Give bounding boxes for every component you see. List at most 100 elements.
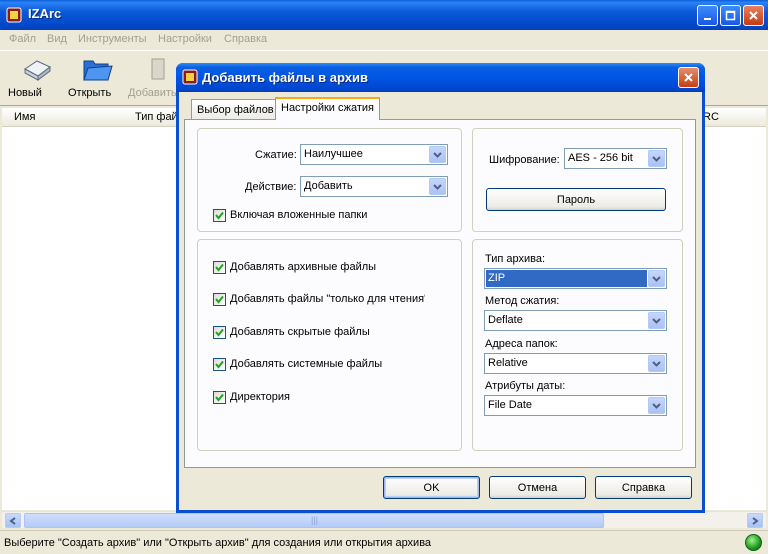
option-label: Добавлять файлы "только для чтения" bbox=[230, 293, 425, 305]
archive-type-dropdown-button[interactable] bbox=[648, 270, 665, 287]
horizontal-scrollbar[interactable]: ||| bbox=[2, 511, 766, 528]
method-dropdown-button[interactable] bbox=[648, 312, 665, 329]
checkbox-box[interactable] bbox=[213, 358, 226, 371]
archive-type-label: Тип архива: bbox=[485, 253, 546, 265]
maximize-button[interactable] bbox=[720, 5, 741, 26]
encryption-select[interactable]: AES - 256 bit bbox=[564, 148, 667, 169]
add-files-icon bbox=[151, 58, 165, 80]
new-archive-icon bbox=[24, 60, 51, 81]
maximize-icon bbox=[725, 10, 736, 21]
compression-settings-panel: Сжатие: Наилучшее Действие: Добавить Вкл… bbox=[184, 119, 696, 468]
scroll-right-button[interactable] bbox=[747, 513, 763, 528]
checkbox-box[interactable] bbox=[213, 209, 226, 222]
method-label: Метод сжатия: bbox=[485, 295, 560, 307]
checkbox-box[interactable] bbox=[213, 326, 226, 339]
archive-type-select[interactable]: ZIP bbox=[484, 268, 667, 289]
checkbox-box[interactable] bbox=[213, 261, 226, 274]
encryption-label: Шифрование: bbox=[489, 154, 560, 166]
open-label: Открыть bbox=[68, 87, 112, 99]
date-attr-label: Атрибуты даты: bbox=[485, 380, 566, 392]
close-button[interactable] bbox=[743, 5, 764, 26]
archive-format-group: Тип архива: ZIP Метод сжатия: Deflate Ад… bbox=[472, 239, 683, 451]
minimize-button[interactable] bbox=[697, 5, 718, 26]
action-dropdown-button[interactable] bbox=[429, 178, 446, 195]
checkmark-icon bbox=[215, 263, 224, 272]
cancel-button[interactable]: Отмена bbox=[489, 476, 586, 499]
option-label: Добавлять системные файлы bbox=[230, 358, 383, 370]
action-value: Добавить bbox=[304, 180, 353, 192]
date-attr-dropdown-button[interactable] bbox=[648, 397, 665, 414]
checkbox-box[interactable] bbox=[213, 391, 226, 404]
folder-paths-label: Адреса папок: bbox=[485, 338, 558, 350]
date-attr-select[interactable]: File Date bbox=[484, 395, 667, 416]
folder-paths-value: Relative bbox=[488, 357, 528, 369]
new-label: Новый bbox=[8, 87, 42, 99]
tab-file-selection[interactable]: Выбор файлов bbox=[191, 99, 280, 120]
add-readonly-files-checkbox[interactable]: Добавлять файлы "только для чтения" bbox=[213, 293, 425, 307]
chevron-down-icon bbox=[433, 183, 442, 190]
encryption-dropdown-button[interactable] bbox=[648, 150, 665, 167]
arrow-left-icon bbox=[9, 516, 16, 525]
chevron-down-icon bbox=[652, 402, 661, 409]
checkbox-box[interactable] bbox=[213, 293, 226, 306]
scroll-thumb[interactable]: ||| bbox=[24, 513, 604, 528]
action-label: Действие: bbox=[245, 181, 297, 193]
method-select[interactable]: Deflate bbox=[484, 310, 667, 331]
action-select[interactable]: Добавить bbox=[300, 176, 448, 197]
compression-dropdown-button[interactable] bbox=[429, 146, 446, 163]
help-button[interactable]: Справка bbox=[595, 476, 692, 499]
main-titlebar[interactable]: IZArc bbox=[0, 0, 768, 30]
tab-compression-settings[interactable]: Настройки сжатия bbox=[275, 97, 380, 120]
archive-type-value: ZIP bbox=[486, 270, 647, 287]
chevron-down-icon bbox=[652, 317, 661, 324]
folder-paths-select[interactable]: Relative bbox=[484, 353, 667, 374]
izarc-app-icon bbox=[6, 7, 22, 23]
ok-button[interactable]: OK bbox=[383, 476, 480, 499]
column-crc[interactable]: RC bbox=[703, 111, 719, 123]
menu-view[interactable]: Вид bbox=[47, 33, 67, 45]
status-text: Выберите "Создать архив" или "Открыть ар… bbox=[4, 537, 432, 549]
chevron-down-icon bbox=[652, 155, 661, 162]
add-label: Добавить bbox=[128, 87, 177, 99]
chevron-down-icon bbox=[433, 151, 442, 158]
scroll-grip: ||| bbox=[311, 515, 319, 525]
dialog-title: Добавить файлы в архив bbox=[202, 70, 368, 85]
option-label: Директория bbox=[230, 391, 291, 403]
window-title: IZArc bbox=[28, 6, 62, 21]
compression-value: Наилучшее bbox=[304, 148, 363, 160]
menu-file[interactable]: Файл bbox=[9, 33, 36, 45]
include-subfolders-label: Включая вложенные папки bbox=[230, 209, 368, 221]
status-led-icon bbox=[745, 534, 762, 551]
option-label: Добавлять архивные файлы bbox=[230, 261, 377, 273]
menubar: Файл Вид Инструменты Настройки Справка bbox=[0, 30, 768, 50]
checkmark-icon bbox=[215, 328, 224, 337]
arrow-right-icon bbox=[752, 516, 759, 525]
encryption-group: Шифрование: AES - 256 bit Пароль bbox=[472, 128, 683, 232]
new-button[interactable]: Новый bbox=[8, 53, 66, 103]
dialog-body: Выбор файлов Сжатие: Наилучшее Действие:… bbox=[179, 92, 702, 510]
column-name[interactable]: Имя bbox=[14, 111, 35, 123]
chevron-down-icon bbox=[652, 360, 661, 367]
menu-settings[interactable]: Настройки bbox=[158, 33, 212, 45]
menu-tools[interactable]: Инструменты bbox=[78, 33, 147, 45]
checkmark-icon bbox=[215, 295, 224, 304]
folder-open-icon bbox=[83, 60, 113, 81]
checkmark-icon bbox=[215, 393, 224, 402]
dialog-close-button[interactable] bbox=[678, 67, 699, 88]
date-attr-value: File Date bbox=[488, 399, 533, 411]
file-options-group: Добавлять архивные файлы Добавлять файлы… bbox=[197, 239, 462, 451]
scroll-left-button[interactable] bbox=[5, 513, 21, 528]
compression-group: Сжатие: Наилучшее Действие: Добавить Вкл… bbox=[197, 128, 462, 232]
close-icon bbox=[684, 73, 693, 82]
password-button[interactable]: Пароль bbox=[486, 188, 666, 211]
compression-select[interactable]: Наилучшее bbox=[300, 144, 448, 165]
folder-paths-dropdown-button[interactable] bbox=[648, 355, 665, 372]
dialog-titlebar[interactable]: Добавить файлы в архив bbox=[176, 63, 705, 92]
compression-label: Сжатие: bbox=[255, 149, 297, 161]
open-button[interactable]: Открыть bbox=[68, 53, 126, 103]
menu-help[interactable]: Справка bbox=[224, 33, 267, 45]
add-files-dialog: Добавить файлы в архив Выбор файлов Сжат… bbox=[176, 63, 705, 513]
checkmark-icon bbox=[215, 360, 224, 369]
dialog-app-icon bbox=[182, 69, 198, 85]
minimize-icon bbox=[704, 18, 711, 20]
